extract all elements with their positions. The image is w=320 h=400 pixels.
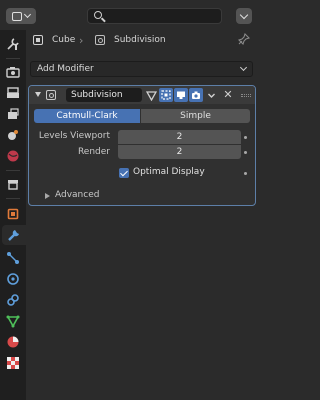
tab-constraints[interactable] bbox=[3, 290, 23, 310]
optimal-display-checkbox[interactable] bbox=[119, 168, 129, 178]
tab-divider bbox=[6, 58, 20, 59]
modifier-icon bbox=[8, 230, 19, 241]
drag-handle-icon[interactable] bbox=[241, 94, 251, 97]
tab-particles[interactable] bbox=[3, 248, 23, 268]
keyframe-dot-icon[interactable] bbox=[244, 136, 247, 139]
advanced-subpanel-header[interactable]: Advanced bbox=[55, 190, 99, 200]
particles-icon bbox=[7, 252, 19, 264]
breadcrumb-separator: › bbox=[79, 32, 83, 48]
viewport-display-toggle[interactable] bbox=[174, 88, 188, 102]
breadcrumb: Cube bbox=[33, 32, 75, 48]
tab-texture[interactable] bbox=[3, 353, 23, 373]
tab-divider bbox=[6, 198, 20, 199]
modifier-name-field[interactable]: Subdivision bbox=[66, 88, 142, 102]
edit-mode-icon bbox=[161, 90, 171, 100]
texture-icon bbox=[7, 357, 19, 369]
pin-icon[interactable] bbox=[238, 33, 250, 45]
properties-header bbox=[0, 0, 259, 30]
tab-object[interactable] bbox=[3, 204, 23, 224]
tab-world[interactable] bbox=[3, 146, 23, 166]
expand-arrow-icon[interactable] bbox=[45, 193, 50, 199]
tab-tool[interactable] bbox=[3, 34, 23, 54]
view-layer-icon bbox=[8, 108, 19, 119]
object-data-icon bbox=[6, 315, 20, 328]
render-levels-label: Render bbox=[77, 147, 110, 157]
render-icon bbox=[6, 67, 20, 78]
levels-viewport-field[interactable]: 2 bbox=[118, 130, 241, 144]
search-icon bbox=[94, 11, 102, 19]
breadcrumb-modifier-wrap: Subdivision bbox=[95, 32, 166, 48]
properties-tab-bar bbox=[0, 30, 26, 400]
modifier-extras-dropdown[interactable] bbox=[204, 88, 218, 102]
breadcrumb-object: Cube bbox=[52, 35, 76, 45]
close-icon[interactable]: ✕ bbox=[222, 88, 234, 102]
subdivision-modifier-icon bbox=[46, 90, 56, 100]
chevron-right-icon: › bbox=[79, 33, 84, 47]
tool-icon bbox=[7, 38, 19, 50]
tab-output[interactable] bbox=[3, 83, 23, 103]
subdivision-modifier-panel: Subdivision ✕ Catmull-Clark Simple Level… bbox=[28, 85, 256, 206]
tab-object-data[interactable] bbox=[3, 311, 23, 331]
collapse-arrow-icon[interactable] bbox=[35, 92, 41, 97]
world-icon bbox=[7, 150, 19, 162]
chevron-down-icon bbox=[23, 10, 32, 19]
on-cage-icon bbox=[145, 90, 157, 101]
scene-icon bbox=[8, 130, 18, 140]
tab-scene[interactable] bbox=[3, 125, 23, 145]
tab-physics[interactable] bbox=[3, 269, 23, 289]
edit-mode-toggle[interactable] bbox=[159, 88, 173, 102]
options-dropdown-button[interactable] bbox=[236, 8, 252, 24]
breadcrumb-modifier: Subdivision bbox=[114, 35, 166, 45]
tab-material[interactable] bbox=[3, 332, 23, 352]
tab-modifiers[interactable] bbox=[2, 225, 26, 245]
search-input[interactable] bbox=[87, 8, 222, 24]
catmull-clark-option[interactable]: Catmull-Clark bbox=[34, 109, 140, 123]
levels-viewport-label: Levels Viewport bbox=[38, 131, 110, 141]
add-modifier-label: Add Modifier bbox=[37, 64, 94, 74]
simple-option[interactable]: Simple bbox=[141, 109, 250, 123]
constraints-icon bbox=[7, 294, 19, 306]
editor-type-button[interactable] bbox=[6, 8, 36, 24]
chevron-down-icon bbox=[207, 93, 215, 98]
tab-render[interactable] bbox=[3, 62, 23, 82]
chevron-down-icon bbox=[239, 63, 248, 72]
mesh-object-icon bbox=[33, 35, 43, 45]
properties-editor-icon bbox=[12, 11, 22, 21]
on-cage-toggle[interactable] bbox=[144, 88, 158, 102]
material-icon bbox=[7, 336, 19, 348]
monitor-icon bbox=[177, 91, 185, 99]
object-icon bbox=[7, 208, 19, 220]
add-modifier-button[interactable]: Add Modifier bbox=[30, 61, 253, 77]
keyframe-dot-icon[interactable] bbox=[244, 151, 247, 154]
output-icon bbox=[7, 87, 19, 98]
modifier-header: Subdivision ✕ bbox=[29, 86, 255, 104]
subdivision-modifier-icon bbox=[95, 35, 105, 45]
physics-icon bbox=[7, 273, 19, 285]
keyframe-dot-icon[interactable] bbox=[244, 172, 247, 175]
tab-divider bbox=[6, 170, 20, 171]
camera-icon bbox=[192, 91, 200, 99]
render-levels-field[interactable]: 2 bbox=[118, 145, 241, 159]
tab-view-layer[interactable] bbox=[3, 104, 23, 124]
tab-collection[interactable] bbox=[3, 174, 23, 194]
optimal-display-label[interactable]: Optimal Display bbox=[133, 167, 205, 177]
render-toggle[interactable] bbox=[189, 88, 203, 102]
collection-icon bbox=[8, 180, 18, 190]
